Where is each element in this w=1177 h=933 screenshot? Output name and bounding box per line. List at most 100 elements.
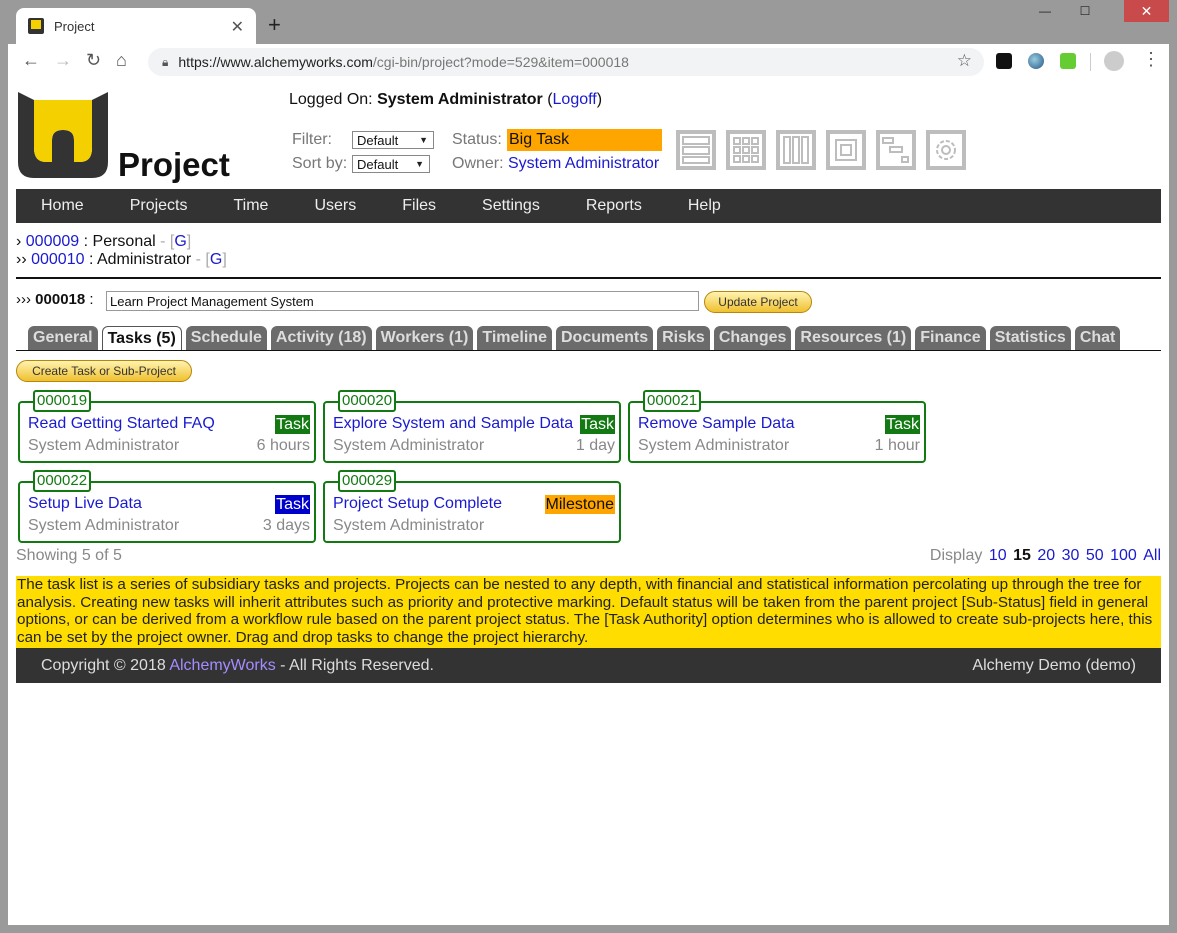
footer: Copyright © 2018 AlchemyWorks - All Righ… [16,648,1161,683]
breadcrumb-item: ›› 000010 : Administrator - [G] [16,251,227,268]
tab-changes[interactable]: Changes [713,326,792,350]
display-option-30[interactable]: 30 [1062,547,1080,564]
tab-tasks[interactable]: Tasks (5) [101,326,182,351]
breadcrumb-prefix: › [16,233,22,250]
task-type-badge: Task [580,415,615,434]
tab-workers[interactable]: Workers (1) [375,326,474,350]
breadcrumb-name: Personal [92,233,156,250]
nav-files[interactable]: Files [402,197,436,215]
grid-view-icon[interactable] [726,130,766,170]
breadcrumb-id-link[interactable]: 000009 [26,233,79,250]
bookmark-star-icon[interactable]: ☆ [957,51,972,71]
back-icon[interactable]: ← [22,50,40,71]
reload-icon[interactable]: ↻ [86,50,101,71]
settings-gear-icon[interactable] [926,130,966,170]
sort-select[interactable]: Default [352,155,430,173]
close-tab-icon[interactable]: ✕ [231,17,244,37]
tab-schedule[interactable]: Schedule [185,326,267,350]
breadcrumb-id-link[interactable]: 000010 [31,251,84,268]
address-toolbar: ← → ↻ ⌂ 🔒︎ https://www.alchemyworks.com /… [8,44,1169,80]
tabs-divider [16,350,1161,351]
new-tab-icon[interactable]: + [268,12,281,38]
display-option-20[interactable]: 20 [1037,547,1055,564]
tab-activity[interactable]: Activity (18) [270,326,372,350]
task-type-badge: Milestone [544,495,615,514]
task-title-link[interactable]: Explore System and Sample Data [333,415,573,433]
breadcrumb-g-link[interactable]: G [174,233,186,250]
tab-finance[interactable]: Finance [915,326,986,350]
update-project-button[interactable]: Update Project [704,291,812,313]
breadcrumb-item: › 000009 : Personal - [G] [16,233,192,250]
page: Project Logged On: System Administrator … [8,80,1169,925]
task-id-link[interactable]: 000021 [643,390,702,412]
gantt-view-icon[interactable] [876,130,916,170]
task-duration: 1 day [575,437,615,454]
column-view-icon[interactable] [776,130,816,170]
logged-on: Logged On: System Administrator (Logoff) [289,91,603,108]
task-id-link[interactable]: 000029 [338,470,397,492]
task-id-link[interactable]: 000022 [33,470,92,492]
nav-users[interactable]: Users [314,197,356,215]
display-option-all[interactable]: All [1143,547,1161,564]
task-owner: System Administrator [333,517,485,534]
task-card[interactable]: 000020 Explore System and Sample Data Task… [323,390,621,463]
logged-user: System Administrator [377,91,543,108]
tab-risks[interactable]: Risks [657,326,710,350]
forward-icon[interactable]: → [54,50,72,71]
browser-tab[interactable]: Project ✕ [16,8,256,44]
window-close-icon[interactable]: ✕ [1124,0,1169,22]
task-type-badge: Task [885,415,920,434]
tab-timeline[interactable]: Timeline [477,326,552,350]
filter-select[interactable]: Default [352,131,434,149]
display-option-100[interactable]: 100 [1110,547,1137,564]
breadcrumb-g-link[interactable]: G [210,251,222,268]
task-id-link[interactable]: 000019 [33,390,92,412]
extension-icon[interactable] [996,53,1012,69]
task-card[interactable]: 000029 Project Setup Complete Milestone Sys… [323,470,621,543]
help-text: The task list is a series of subsidiary … [16,576,1161,648]
profile-avatar-icon[interactable] [1104,51,1124,71]
project-title-input[interactable] [106,291,699,311]
maximize-icon[interactable]: ☐ [1065,0,1105,22]
sort-label: Sort by: [292,155,348,172]
tab-general[interactable]: General [28,326,98,350]
display-option-15[interactable]: 15 [1013,547,1031,564]
display-option-50[interactable]: 50 [1086,547,1104,564]
url-path: /cgi-bin/project?mode=529&item=000018 [372,54,629,70]
nav-time[interactable]: Time [233,197,268,215]
tab-documents[interactable]: Documents [555,326,654,350]
owner-label: Owner: [452,155,504,172]
filter-label: Filter: [292,131,332,148]
task-id-link[interactable]: 000020 [338,390,397,412]
browser-menu-icon[interactable]: ⋮ [1142,49,1160,70]
company-link[interactable]: AlchemyWorks [169,657,275,674]
list-view-icon[interactable] [676,130,716,170]
shield-extension-icon[interactable] [1060,53,1076,69]
task-title-link[interactable]: Project Setup Complete [333,495,502,513]
nav-settings[interactable]: Settings [482,197,540,215]
task-card[interactable]: 000019 Read Getting Started FAQ Task System… [18,390,316,463]
minimize-icon[interactable]: — [1025,0,1065,22]
create-task-button[interactable]: Create Task or Sub-Project [16,360,192,382]
status-value[interactable]: Big Task [507,129,662,151]
task-title-link[interactable]: Read Getting Started FAQ [28,415,215,433]
breadcrumb: › 000009 : Personal - [G] ›› 000010 : Ad… [16,233,227,269]
task-title-link[interactable]: Remove Sample Data [638,415,795,433]
tab-statistics[interactable]: Statistics [989,326,1071,350]
url-bar[interactable]: 🔒︎ https://www.alchemyworks.com/cgi-bin/… [148,48,984,76]
task-title-link[interactable]: Setup Live Data [28,495,142,513]
home-icon[interactable]: ⌂ [116,50,127,71]
task-card[interactable]: 000022 Setup Live Data Task System Administ… [18,470,316,543]
box-view-icon[interactable] [826,130,866,170]
tab-resources[interactable]: Resources (1) [795,326,912,350]
task-card[interactable]: 000021 Remove Sample Data Task System Admin… [628,390,926,463]
nav-home[interactable]: Home [41,197,84,215]
nav-help[interactable]: Help [688,197,721,215]
owner-link[interactable]: System Administrator [508,155,659,173]
logoff-link[interactable]: Logoff [553,91,597,108]
display-option-10[interactable]: 10 [989,547,1007,564]
nav-projects[interactable]: Projects [130,197,188,215]
globe-extension-icon[interactable] [1028,53,1044,69]
tab-chat[interactable]: Chat [1074,326,1121,350]
nav-reports[interactable]: Reports [586,197,642,215]
